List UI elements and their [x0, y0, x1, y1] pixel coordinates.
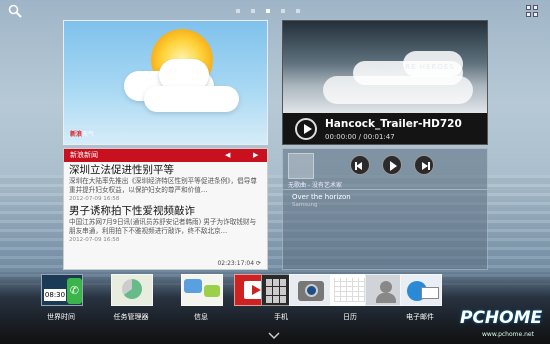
- page-dot: [236, 9, 240, 13]
- video-time: 00:00:00 / 00:01:47: [325, 133, 395, 141]
- news-item[interactable]: 深圳立法促进性别平等 深圳在大陆率先推出《深圳经济特区性别平等促进条例》，倡导尊…: [64, 162, 267, 203]
- news-date: 2012-07-09 16:58: [69, 237, 120, 243]
- divider: [283, 189, 487, 190]
- page-dot-active: [266, 9, 270, 13]
- next-arrow-icon[interactable]: ▶: [253, 149, 258, 162]
- status-topbar: [0, 0, 550, 20]
- page-dot: [296, 9, 300, 13]
- news-widget[interactable]: 新浪新闻 ◀ ▶ 深圳立法促进性别平等 深圳在大陆率先推出《深圳经济特区性别平等…: [63, 148, 268, 270]
- dock-item-task-manager[interactable]: 任务管理器: [106, 274, 156, 324]
- page-dot: [281, 9, 285, 13]
- music-sub: Samsung: [292, 202, 318, 208]
- world-clock-icon: 08:30 ✆: [41, 274, 83, 306]
- dock-item-world-clock[interactable]: 08:30 ✆ 世界时间: [36, 274, 86, 324]
- album-art-icon[interactable]: [288, 153, 314, 179]
- page-indicator: [236, 9, 300, 13]
- next-track-icon[interactable]: [414, 155, 434, 175]
- chevron-down-icon[interactable]: [268, 332, 280, 340]
- video-caption: THERE ARE HEROES: [368, 63, 455, 71]
- dock-item-email[interactable]: 电子邮件: [395, 274, 445, 324]
- play-icon[interactable]: [295, 118, 317, 140]
- prev-track-icon[interactable]: [350, 155, 370, 175]
- video-widget[interactable]: THERE ARE HEROES Hancock_Trailer-HD720 0…: [282, 20, 488, 145]
- dock-item-messages[interactable]: 信息: [176, 274, 226, 324]
- page-dot: [251, 9, 255, 13]
- apps-grid-icon[interactable]: [526, 5, 538, 17]
- music-widget[interactable]: 无歌曲 - 没有艺术家 Over the horizon Samsung: [282, 148, 488, 270]
- search-icon[interactable]: [8, 4, 22, 18]
- news-title: 深圳立法促进性别平等: [69, 164, 174, 176]
- news-body: 中国江苏网7月9日讯(通讯员苏舒安记者韩雨) 男子为诈取钱财与朋友串通，利用拍下…: [69, 218, 257, 235]
- messages-icon: [181, 274, 223, 306]
- prev-arrow-icon[interactable]: ◀: [225, 149, 230, 162]
- news-title: 男子诱称拍下性爱视频敲诈: [69, 205, 195, 217]
- news-item[interactable]: 男子诱称拍下性爱视频敲诈 中国江苏网7月9日讯(通讯员苏舒安记者韩雨) 男子为诈…: [64, 203, 267, 244]
- news-date: 2012-07-09 16:58: [69, 196, 120, 202]
- task-manager-icon: [111, 274, 153, 306]
- video-controls: Hancock_Trailer-HD720 00:00:00 / 00:01:4…: [283, 113, 487, 144]
- news-header: 新浪新闻 ◀ ▶: [64, 149, 267, 162]
- refresh-icon[interactable]: ⟳: [256, 260, 261, 267]
- music-artist: 无歌曲 - 没有艺术家: [288, 182, 342, 189]
- weather-widget[interactable]: 新浪天气: [63, 20, 268, 145]
- play-icon[interactable]: [382, 155, 402, 175]
- watermark-logo: PCHOME www.pchome.net: [460, 308, 543, 338]
- video-title: Hancock_Trailer-HD720: [325, 118, 462, 130]
- news-footer: 02:23:17:04 ⟳: [217, 260, 261, 267]
- email-icon: [400, 274, 442, 306]
- news-body: 深圳在大陆率先推出《深圳经济特区性别平等促进条例》，倡导尊重并提升妇女权益，以保…: [69, 177, 257, 194]
- music-song[interactable]: Over the horizon: [292, 193, 351, 201]
- weather-brand: 新浪天气: [70, 131, 95, 138]
